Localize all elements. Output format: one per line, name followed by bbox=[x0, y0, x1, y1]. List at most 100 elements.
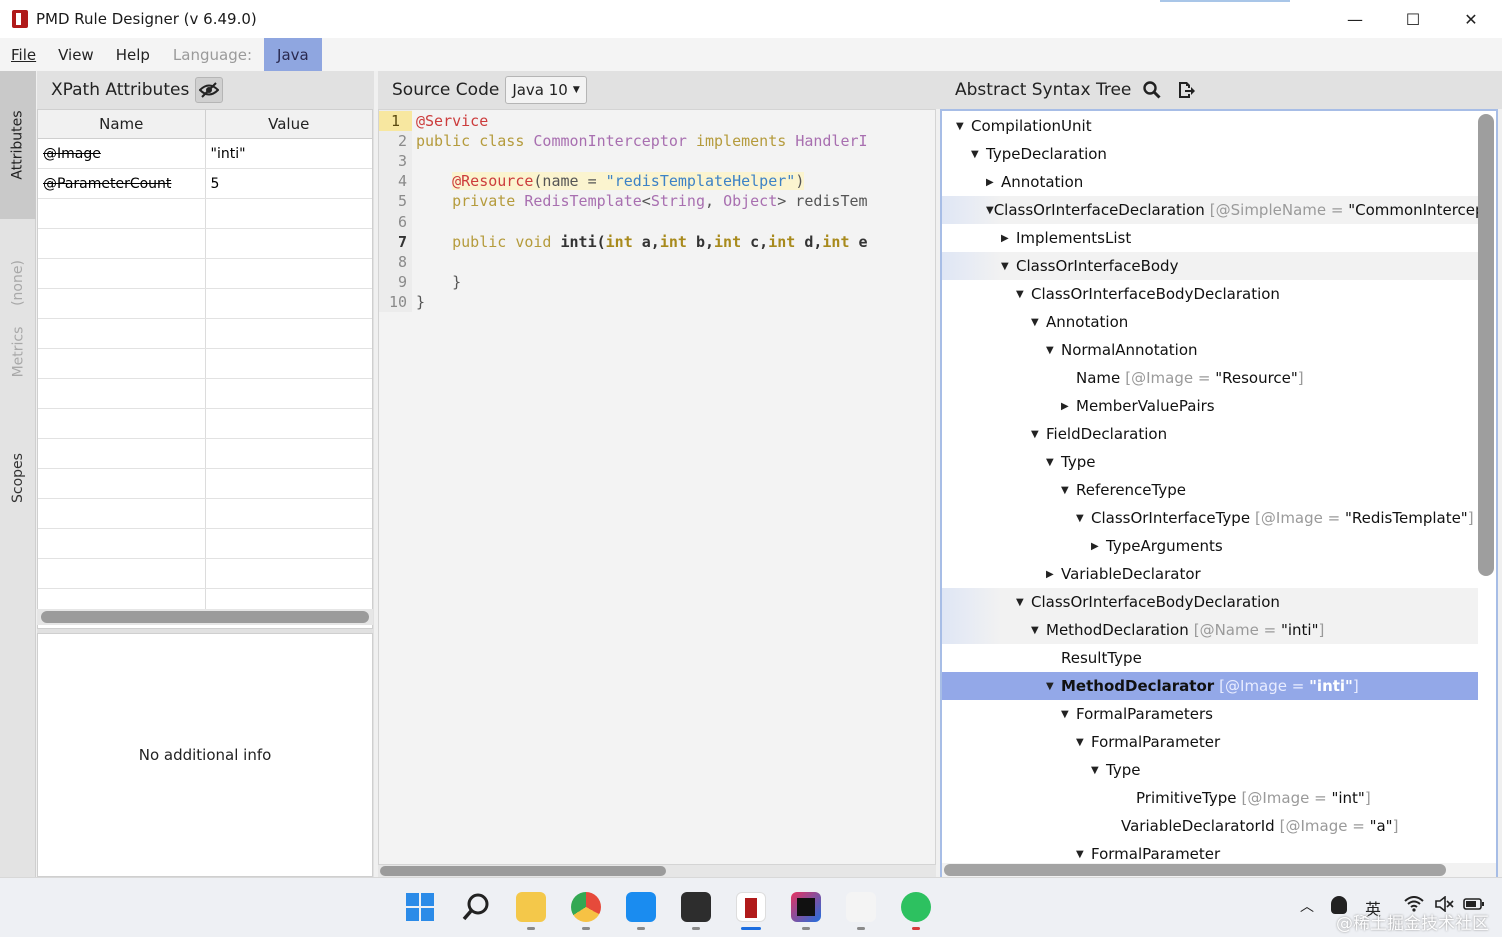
ast-node[interactable]: ▼ FieldDeclaration bbox=[942, 420, 1478, 448]
expanded-triangle-icon[interactable]: ▼ bbox=[971, 149, 986, 160]
menu-help[interactable]: Help bbox=[105, 38, 161, 71]
ast-node[interactable]: ▼ Type bbox=[942, 448, 1478, 476]
export-icon[interactable] bbox=[1177, 81, 1196, 99]
expanded-triangle-icon[interactable]: ▼ bbox=[956, 121, 971, 132]
expanded-triangle-icon[interactable]: ▼ bbox=[1061, 709, 1076, 720]
ast-node[interactable]: ▼ MethodDeclarator [@Image = "inti"] bbox=[942, 672, 1478, 700]
ast-horizontal-scrollbar[interactable] bbox=[942, 863, 1496, 877]
code-line[interactable]: 1 @Service bbox=[379, 111, 935, 131]
code-line[interactable]: 6 bbox=[379, 212, 935, 232]
ast-tree[interactable]: ▼ CompilationUnit ▼ TypeDeclaration ▶ Annotat… bbox=[940, 109, 1498, 877]
language-selector[interactable]: Java bbox=[264, 38, 322, 71]
ast-node[interactable]: ▼ ClassOrInterfaceBodyDeclaration bbox=[942, 280, 1478, 308]
ast-node[interactable]: ▼ CompilationUnit bbox=[942, 112, 1478, 140]
ast-node[interactable]: VariableDeclaratorId [@Image = "a"] bbox=[942, 812, 1478, 840]
collapsed-triangle-icon[interactable]: ▶ bbox=[1091, 541, 1106, 552]
menu-view[interactable]: View bbox=[47, 38, 105, 71]
expanded-triangle-icon[interactable]: ▼ bbox=[986, 205, 994, 216]
code-line[interactable]: 2 public class CommonInterceptor implemen… bbox=[379, 131, 935, 151]
expanded-triangle-icon[interactable]: ▼ bbox=[1046, 457, 1061, 468]
ast-node[interactable]: ▶ TypeArguments bbox=[942, 532, 1478, 560]
table-row[interactable]: @Image "inti" bbox=[38, 139, 372, 169]
expanded-triangle-icon[interactable]: ▼ bbox=[1076, 737, 1091, 748]
ast-node[interactable]: Name [@Image = "Resource"] bbox=[942, 364, 1478, 392]
ast-node[interactable]: ▼ ReferenceType bbox=[942, 476, 1478, 504]
expanded-triangle-icon[interactable]: ▼ bbox=[1031, 317, 1046, 328]
file-explorer-icon[interactable] bbox=[516, 892, 546, 922]
table-row[interactable]: @ParameterCount 5 bbox=[38, 169, 372, 199]
collapsed-triangle-icon[interactable]: ▶ bbox=[1001, 233, 1016, 244]
tab-scopes[interactable]: Scopes bbox=[0, 443, 36, 513]
expanded-triangle-icon[interactable]: ▼ bbox=[1046, 345, 1061, 356]
expanded-triangle-icon[interactable]: ▼ bbox=[1046, 681, 1061, 692]
code-line[interactable]: 8 bbox=[379, 252, 935, 272]
ast-vertical-scrollbar[interactable] bbox=[1478, 114, 1494, 576]
wechat-icon[interactable] bbox=[901, 892, 931, 922]
ast-node[interactable]: ResultType bbox=[942, 644, 1478, 672]
feishu-icon[interactable] bbox=[626, 892, 656, 922]
ast-node[interactable]: ▼ ClassOrInterfaceBody bbox=[942, 252, 1478, 280]
column-name-header[interactable]: Name bbox=[38, 110, 206, 138]
expanded-triangle-icon[interactable]: ▼ bbox=[1016, 597, 1031, 608]
expanded-triangle-icon[interactable]: ▼ bbox=[1001, 261, 1016, 272]
tab-attributes[interactable]: Attributes bbox=[0, 71, 36, 219]
scrollbar-thumb[interactable] bbox=[380, 866, 666, 876]
ast-node[interactable]: ▼ MethodDeclaration [@Name = "inti"] bbox=[942, 616, 1478, 644]
code-line[interactable]: 10} bbox=[379, 292, 935, 312]
code-line[interactable]: 7 public void inti(int a,int b,int c,int… bbox=[379, 232, 935, 252]
collapsed-triangle-icon[interactable]: ▶ bbox=[1046, 569, 1061, 580]
code-line[interactable]: 4 @Resource(name = "redisTemplateHelper"… bbox=[379, 171, 935, 191]
collapsed-triangle-icon[interactable]: ▶ bbox=[986, 177, 1001, 188]
table-row bbox=[38, 259, 372, 289]
search-icon[interactable] bbox=[1143, 81, 1161, 99]
expanded-triangle-icon[interactable]: ▼ bbox=[1031, 625, 1046, 636]
collapsed-triangle-icon[interactable]: ▶ bbox=[1061, 401, 1076, 412]
ast-node[interactable]: ▼ ClassOrInterfaceDeclaration [@SimpleName… bbox=[942, 196, 1490, 224]
code-editor[interactable]: 1 @Service 2 public class CommonInterceptor… bbox=[378, 109, 936, 865]
ast-node[interactable]: ▼ FormalParameter bbox=[942, 728, 1478, 756]
windows-start-icon[interactable] bbox=[405, 892, 435, 922]
hide-eye-icon[interactable] bbox=[195, 77, 224, 103]
intellij-icon[interactable] bbox=[791, 892, 821, 922]
terminal-icon[interactable] bbox=[681, 892, 711, 922]
pmd-taskbar-icon[interactable] bbox=[736, 892, 766, 922]
tab-none[interactable]: (none) bbox=[0, 251, 36, 315]
code-line[interactable]: 9 } bbox=[379, 272, 935, 292]
ast-node[interactable]: PrimitiveType [@Image = "int"] bbox=[942, 784, 1478, 812]
expanded-triangle-icon[interactable]: ▼ bbox=[1031, 429, 1046, 440]
expanded-triangle-icon[interactable]: ▼ bbox=[1076, 513, 1091, 524]
code-horizontal-scrollbar[interactable] bbox=[378, 865, 936, 877]
expanded-triangle-icon[interactable]: ▼ bbox=[1091, 765, 1106, 776]
code-token: @Service bbox=[416, 112, 489, 130]
scrollbar-thumb[interactable] bbox=[41, 611, 369, 623]
ast-node[interactable]: ▼ NormalAnnotation bbox=[942, 336, 1478, 364]
code-line[interactable]: 5 private RedisTemplate<String, Object> … bbox=[379, 191, 935, 211]
ast-node[interactable]: ▼ Annotation bbox=[942, 308, 1478, 336]
ast-node[interactable]: ▶ VariableDeclarator bbox=[942, 560, 1478, 588]
expanded-triangle-icon[interactable]: ▼ bbox=[1076, 849, 1091, 860]
expanded-triangle-icon[interactable]: ▼ bbox=[1061, 485, 1076, 496]
maximize-button[interactable]: ☐ bbox=[1384, 0, 1442, 38]
column-value-header[interactable]: Value bbox=[206, 110, 373, 138]
minimize-button[interactable]: — bbox=[1326, 0, 1384, 38]
ast-node[interactable]: ▼ ClassOrInterfaceType [@Image = "RedisTem… bbox=[942, 504, 1478, 532]
search-icon[interactable] bbox=[461, 892, 491, 922]
ast-node[interactable]: ▼ Type bbox=[942, 756, 1478, 784]
ast-node[interactable]: ▼ FormalParameters bbox=[942, 700, 1478, 728]
scrollbar-thumb[interactable] bbox=[944, 864, 1446, 876]
ast-node[interactable]: ▶ ImplementsList bbox=[942, 224, 1478, 252]
java-version-dropdown[interactable]: Java 10 ▼ bbox=[505, 76, 587, 104]
ast-node[interactable]: ▶ MemberValuePairs bbox=[942, 392, 1478, 420]
ast-node[interactable]: ▶ Annotation bbox=[942, 168, 1478, 196]
tab-metrics[interactable]: Metrics bbox=[0, 317, 36, 387]
chevron-up-icon[interactable]: ︿ bbox=[1300, 896, 1314, 916]
chrome-icon[interactable] bbox=[571, 892, 601, 922]
table-horizontal-scrollbar[interactable] bbox=[37, 609, 373, 625]
code-line[interactable]: 3 bbox=[379, 151, 935, 171]
ast-node[interactable]: ▼ ClassOrInterfaceBodyDeclaration bbox=[942, 588, 1478, 616]
menu-file[interactable]: File bbox=[0, 38, 47, 71]
expanded-triangle-icon[interactable]: ▼ bbox=[1016, 289, 1031, 300]
ast-node[interactable]: ▼ TypeDeclaration bbox=[942, 140, 1478, 168]
java-icon[interactable] bbox=[846, 892, 876, 922]
close-button[interactable]: ✕ bbox=[1442, 0, 1500, 38]
